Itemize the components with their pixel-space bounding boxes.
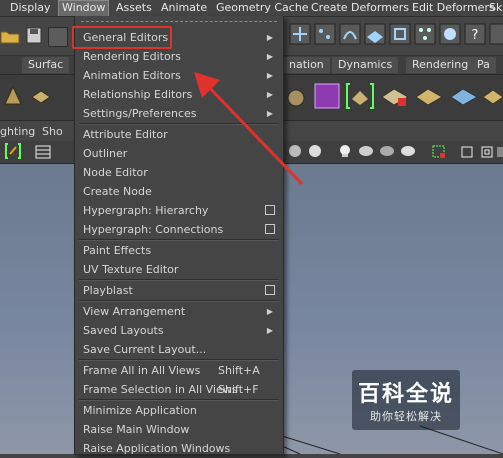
menu-window[interactable]: Window xyxy=(58,0,110,16)
menu-item-frame-selection[interactable]: Frame Selection in All Views Shift+F xyxy=(75,380,283,399)
plane-shade-icon[interactable] xyxy=(414,85,444,107)
menu-animate[interactable]: Animate xyxy=(161,1,207,15)
watermark-subtitle: 助你轻松解决 xyxy=(370,410,442,423)
tab-rendering[interactable]: Rendering xyxy=(406,57,475,73)
menu-assets[interactable]: Assets xyxy=(116,1,152,15)
tab-surfaces[interactable]: Surfac xyxy=(22,57,70,73)
motion-blur-icon[interactable] xyxy=(400,144,416,158)
menu-item-saved-layouts[interactable]: Saved Layouts ▶ xyxy=(75,321,283,340)
tear-off-line[interactable] xyxy=(81,21,277,22)
snap-curve-icon[interactable] xyxy=(314,23,336,45)
help-icon[interactable]: ? xyxy=(464,23,486,45)
tab-dynamics[interactable]: Dynamics xyxy=(332,57,399,73)
plane-extra-icon[interactable] xyxy=(483,85,503,107)
watermark-title: 百科全说 xyxy=(357,382,454,407)
menu-item-raise-application-windows[interactable]: Raise Application Windows xyxy=(75,439,283,458)
highlight-box xyxy=(72,26,172,49)
menu-geometry-cache[interactable]: Geometry Cache xyxy=(216,1,309,15)
xray-cube-icon[interactable] xyxy=(459,144,475,160)
tab-paint[interactable]: Pa xyxy=(471,57,496,73)
shortcut-label: Shift+A xyxy=(218,364,260,377)
settings-icon[interactable] xyxy=(489,23,503,45)
render-icon[interactable] xyxy=(439,23,461,45)
menu-create-deformers[interactable]: Create Deformers xyxy=(311,1,409,15)
ao-icon[interactable] xyxy=(379,144,395,158)
menu-item-uv-texture-editor[interactable]: UV Texture Editor xyxy=(75,260,283,279)
menu-item-rendering-editors[interactable]: Rendering Editors ▶ xyxy=(75,47,283,66)
open-folder-icon[interactable] xyxy=(0,25,22,47)
plane-uv-icon[interactable] xyxy=(449,85,479,107)
menu-skeleton[interactable]: Sk xyxy=(489,1,502,15)
option-box-icon[interactable] xyxy=(265,224,275,234)
submenu-arrow-icon: ▶ xyxy=(266,52,273,61)
snap-grid-icon[interactable] xyxy=(289,23,311,45)
shadow-icon[interactable] xyxy=(358,144,374,158)
isolate-select-icon[interactable] xyxy=(431,144,447,160)
snap-live-icon[interactable] xyxy=(389,23,411,45)
menu-item-save-current-layout[interactable]: Save Current Layout... xyxy=(75,340,283,359)
save-scene-icon[interactable] xyxy=(24,25,46,47)
menu-display[interactable]: Display xyxy=(10,1,51,15)
shortcut-label: Shift+F xyxy=(218,383,259,396)
more-icon[interactable] xyxy=(497,144,503,160)
submenu-arrow-icon: ▶ xyxy=(266,33,273,42)
cube-purple-icon[interactable] xyxy=(312,81,342,111)
main-menubar: Display Window Assets Animate Geometry C… xyxy=(0,0,503,17)
menu-item-minimize-application[interactable]: Minimize Application xyxy=(75,401,283,420)
svg-text:?: ? xyxy=(472,28,479,43)
toolbar-button[interactable] xyxy=(48,27,68,47)
cone-icon[interactable] xyxy=(2,85,24,107)
menu-item-hypergraph-hierarchy[interactable]: Hypergraph: Hierarchy xyxy=(75,201,283,220)
submenu-arrow-icon: ▶ xyxy=(266,326,273,335)
menu-edit-deformers[interactable]: Edit Deformers xyxy=(412,1,495,15)
menu-item-playblast[interactable]: Playblast xyxy=(75,281,283,300)
history-icon[interactable] xyxy=(414,23,436,45)
plane-icon[interactable] xyxy=(30,85,52,107)
menu-item-frame-all[interactable]: Frame All in All Views Shift+A xyxy=(75,361,283,380)
light-icon[interactable] xyxy=(338,144,352,158)
bracket-select-icon[interactable] xyxy=(344,81,376,111)
menu-item-paint-effects[interactable]: Paint Effects xyxy=(75,241,283,260)
menu-item-raise-main-window[interactable]: Raise Main Window xyxy=(75,420,283,439)
plane-cut-icon[interactable] xyxy=(380,85,410,107)
film-gate-icon[interactable] xyxy=(34,143,52,161)
snap-plane-icon[interactable] xyxy=(364,23,386,45)
menu-lighting[interactable]: ghting xyxy=(0,125,35,138)
snap-point-icon[interactable] xyxy=(339,23,361,45)
menu-show[interactable]: Sho xyxy=(42,125,63,138)
submenu-arrow-icon: ▶ xyxy=(266,307,273,316)
menu-item-view-arrangement[interactable]: View Arrangement ▶ xyxy=(75,302,283,321)
annotation-arrow-icon xyxy=(194,72,304,186)
menu-item-hypergraph-connections[interactable]: Hypergraph: Connections xyxy=(75,220,283,239)
watermark-logo: 百科全说 助你轻松解决 xyxy=(352,370,460,430)
select-camera-icon[interactable] xyxy=(4,142,22,160)
option-box-icon[interactable] xyxy=(265,205,275,215)
smooth-sphere-icon[interactable] xyxy=(308,144,322,158)
wire-cube-icon[interactable] xyxy=(479,144,495,160)
option-box-icon[interactable] xyxy=(265,285,275,295)
